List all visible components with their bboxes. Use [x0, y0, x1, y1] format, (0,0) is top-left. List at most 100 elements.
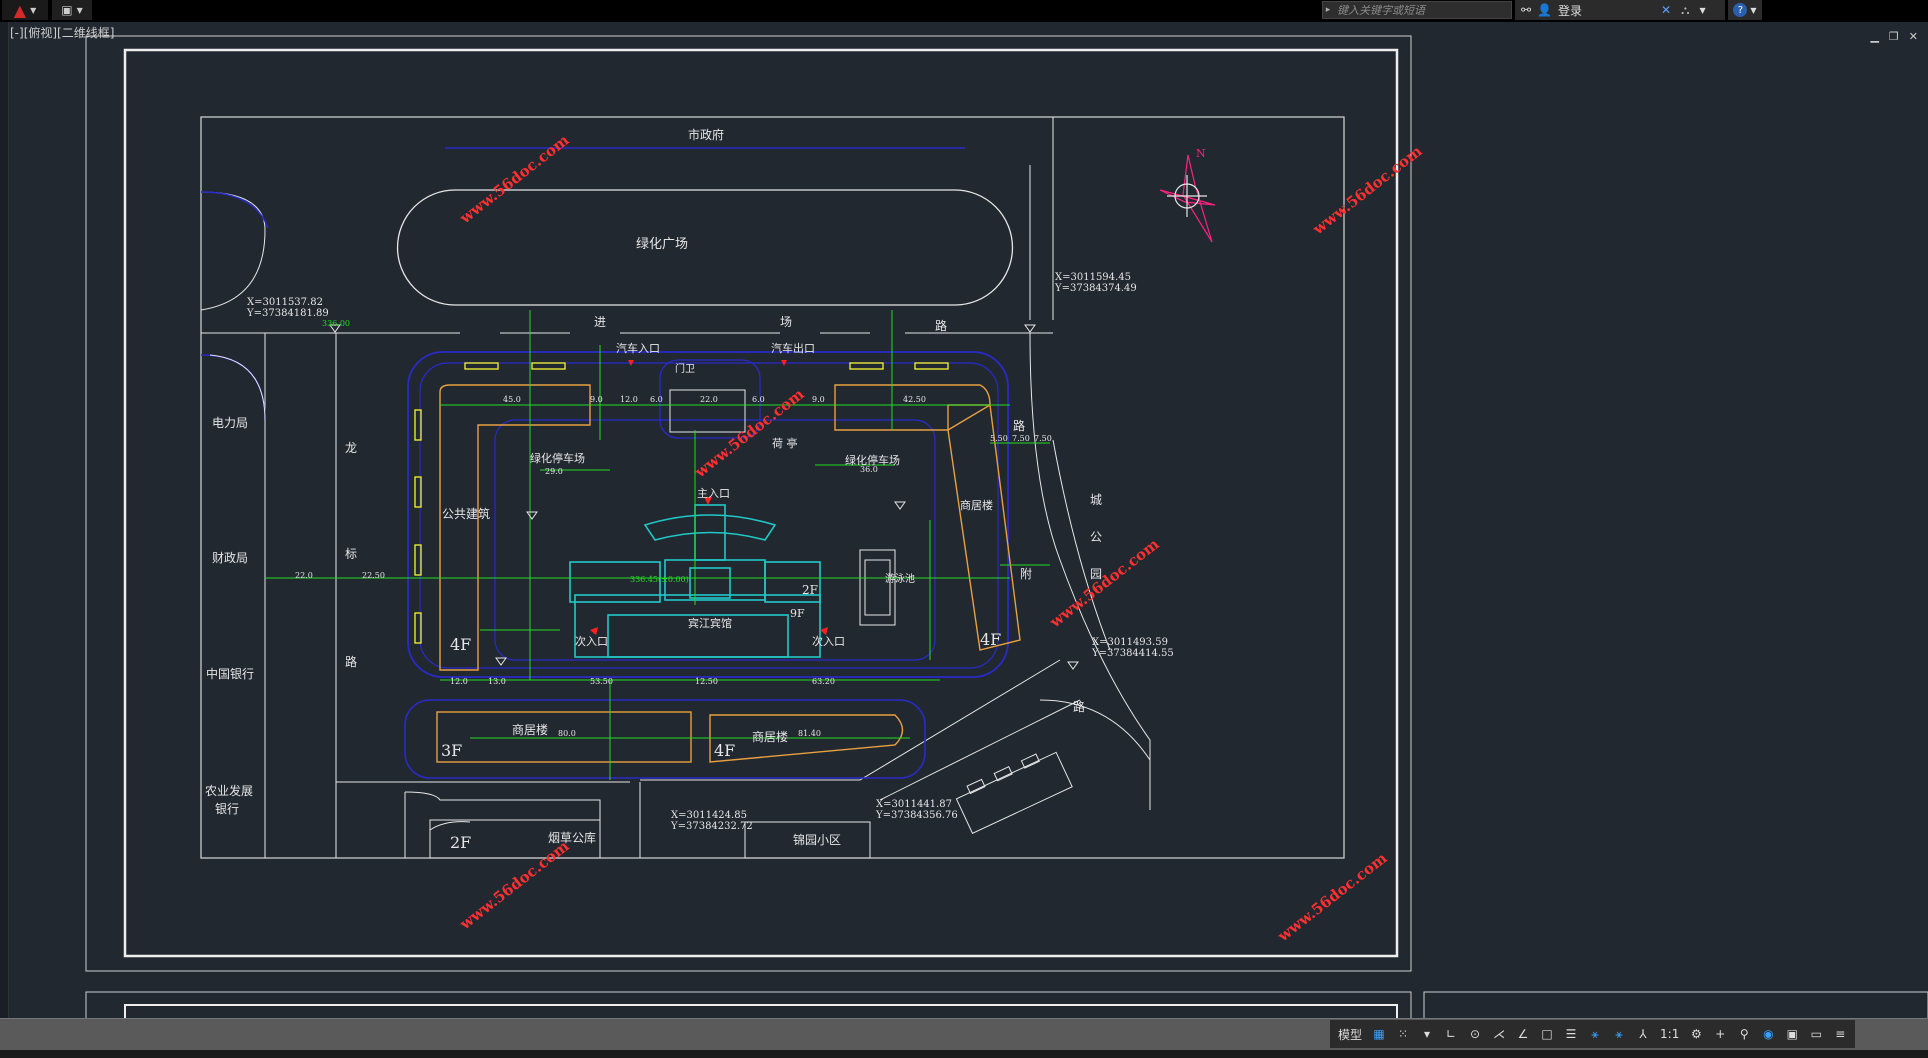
dim-text: 12.0 — [450, 677, 468, 686]
dim-text: 9.0 — [812, 395, 825, 404]
dim-text: 13.0 — [488, 677, 506, 686]
road-curve — [200, 191, 266, 311]
bottom-strip — [0, 1050, 1928, 1058]
label-city-park-road-1: 城 — [1090, 493, 1102, 507]
label-zhongguo: 中国银行 — [206, 666, 254, 681]
label-hotel: 宾江宾馆 — [688, 616, 732, 630]
road-edge — [404, 791, 601, 858]
coord-y: Y=37384374.49 — [1054, 283, 1137, 294]
watermark-text: www.56doc.com — [1046, 535, 1163, 632]
dim-text: 80.0 — [558, 729, 576, 738]
dim-text: 12.50 — [695, 677, 718, 686]
label-nongye2: 银行 — [215, 802, 239, 816]
label-road: 进 — [594, 315, 606, 329]
watermark-text: www.56doc.com — [456, 131, 573, 228]
label-4f-right: 4F — [980, 630, 1001, 649]
dim-text: 81.40 — [798, 729, 821, 738]
label-pavilion: 荷 亭 — [772, 436, 798, 450]
label-nongye1: 农业发展 — [205, 783, 253, 798]
label-pool: 游泳池 — [885, 572, 915, 585]
label-lu-road: 路 — [345, 654, 357, 669]
label-green-parking-left: 绿化停车场 — [530, 451, 585, 465]
label-public-building: 公共建筑 — [442, 506, 490, 521]
dim-text: 22.50 — [362, 571, 385, 580]
label-commercial-bottom-left: 商居楼 — [512, 722, 548, 737]
site-boundary — [200, 116, 1345, 859]
label-road-right2: 路 — [1073, 699, 1085, 714]
isodraft-icon[interactable]: ⋌ — [1488, 1022, 1510, 1046]
label-3f: 3F — [441, 741, 462, 760]
label-city-park-road-2: 公 — [1090, 530, 1102, 544]
object-snap-tracking-icon[interactable]: ∠ — [1512, 1022, 1534, 1046]
road-curve — [1039, 699, 1151, 761]
dim-text: 5.50 — [990, 434, 1008, 443]
polar-tracking-icon[interactable]: ⊙ — [1464, 1022, 1486, 1046]
dim-text: 6.0 — [650, 395, 663, 404]
coord-x: X=3011441.87 — [876, 799, 952, 810]
coord-x: X=3011424.85 — [671, 810, 747, 821]
blue-road-curve — [200, 354, 266, 421]
dim-text: 42.50 — [903, 395, 926, 404]
chevron-down-icon[interactable]: ▾ — [1416, 1022, 1438, 1046]
dim-text: 29.0 — [545, 467, 563, 476]
drawing-canvas[interactable]: N 市政府 绿化广场 进 场 路 汽车入口 汽车出口 门卫 荷 亭 绿化停车场 … — [0, 0, 1928, 1018]
coord-x: X=3011493.59 — [1092, 637, 1168, 648]
coord-y: Y=37384181.89 — [246, 308, 329, 319]
label-plaza: 绿化广场 — [636, 237, 688, 252]
label-commercial-bottom-right: 商居楼 — [752, 729, 788, 744]
scale-dropdown[interactable]: 1:1 — [1656, 1022, 1683, 1046]
dim-text: 6.0 — [752, 395, 765, 404]
dim-text: 36.0 — [860, 465, 878, 474]
label-2f: 2F — [802, 583, 818, 597]
sheet-inner-next — [124, 1004, 1398, 1018]
annotation-monitor-icon[interactable]: + — [1709, 1022, 1731, 1046]
label-4f-bottom: 4F — [714, 741, 735, 760]
ortho-icon[interactable]: ∟ — [1440, 1022, 1462, 1046]
label-side-entry-right: 次入口 — [812, 634, 845, 648]
grid-icon[interactable]: ▦ — [1368, 1022, 1390, 1046]
workspace-gear-icon[interactable]: ⚙ — [1685, 1022, 1707, 1046]
label-dianli: 电力局 — [212, 416, 248, 430]
watermark-text: www.56doc.com — [1274, 849, 1391, 946]
dim-text: 53.50 — [590, 677, 613, 686]
north-label: N — [1196, 147, 1206, 160]
dim-text: 45.0 — [503, 395, 521, 404]
object-snap-icon[interactable]: □ — [1536, 1022, 1558, 1046]
auto-scale-icon[interactable]: ⚹ — [1608, 1022, 1630, 1046]
label-4f-left: 4F — [450, 635, 471, 654]
annotation-visibility-icon[interactable]: ⚹ — [1584, 1022, 1606, 1046]
coord-y: Y=37384232.72 — [670, 821, 753, 832]
model-space-button[interactable]: 模型 — [1334, 1022, 1366, 1046]
label-road: 路 — [935, 318, 947, 333]
lineweight-icon[interactable]: ☰ — [1560, 1022, 1582, 1046]
snap-icon[interactable]: ⁙ — [1392, 1022, 1414, 1046]
pool-inner — [864, 559, 891, 616]
label-fu-road: 附 — [1020, 567, 1032, 581]
label-long-road: 龙 — [345, 441, 357, 455]
sheet-border-right — [1423, 991, 1928, 1018]
annotation-scale-icon[interactable]: ⅄ — [1632, 1022, 1654, 1046]
hardware-acceleration-icon[interactable]: ▣ — [1781, 1022, 1803, 1046]
label-road-right: 路 — [1013, 418, 1025, 433]
label-road: 场 — [780, 315, 792, 329]
elevation-text: 336.00 — [322, 319, 350, 328]
sheet-inner-border — [123, 48, 1399, 958]
dim-text: 9.0 — [590, 395, 603, 404]
isolate-objects-icon[interactable]: ◉ — [1757, 1022, 1779, 1046]
dim-text: 22.0 — [295, 571, 313, 580]
commercial-building-right — [947, 403, 1021, 651]
public-building — [439, 384, 591, 671]
coord-y: Y=37384356.76 — [875, 810, 958, 821]
label-guard: 门卫 — [675, 362, 695, 375]
dimension-lines — [265, 310, 1050, 780]
dim-text: 63.20 — [812, 677, 835, 686]
coord-x: X=3011537.82 — [247, 297, 323, 308]
label-biao-road: 标 — [345, 547, 357, 561]
customization-menu-icon[interactable]: ≡ — [1829, 1022, 1851, 1046]
units-icon[interactable]: ⚲ — [1733, 1022, 1755, 1046]
hotel-elevation-text: 336.45(±0.00) — [630, 575, 689, 584]
clean-screen-icon[interactable]: ▭ — [1805, 1022, 1827, 1046]
watermark-text: www.56doc.com — [456, 837, 573, 934]
label-2f-bottom: 2F — [450, 833, 471, 852]
dim-text: 12.0 — [620, 395, 638, 404]
